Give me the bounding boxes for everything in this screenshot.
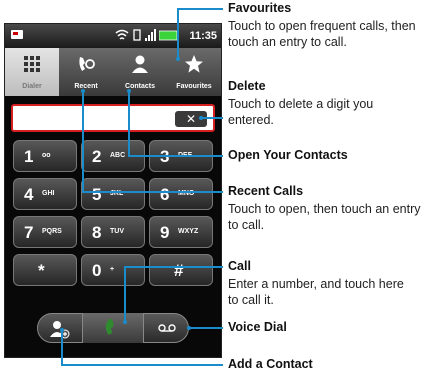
- callout-line: [177, 8, 223, 10]
- recent-calls-icon: [79, 57, 95, 71]
- dialer-tabs: Dialer Recent Contacts Favourites: [5, 48, 221, 96]
- key-0[interactable]: 0 +: [81, 254, 145, 286]
- key-digit: #: [174, 261, 184, 280]
- star-icon: [185, 55, 203, 73]
- key-1[interactable]: 1 oo: [13, 140, 77, 172]
- wifi-icon: [115, 29, 129, 40]
- tab-dialer-label: Dialer: [22, 83, 42, 90]
- key-digit: 3: [160, 147, 169, 167]
- key-digit: 4: [24, 185, 34, 204]
- battery-icon: [159, 30, 178, 41]
- key-letters: +: [110, 266, 115, 273]
- status-time: 11:35: [189, 30, 217, 42]
- key-letters: WXYZ: [178, 228, 199, 235]
- callout-line: [82, 191, 223, 193]
- callout-delete-title: Delete: [228, 79, 266, 93]
- callout-line: [124, 266, 126, 322]
- tab-contacts-label: Contacts: [125, 83, 155, 90]
- key-6[interactable]: 6 MNO: [149, 178, 213, 210]
- callout-voice-title: Voice Dial: [228, 320, 287, 334]
- tab-dialer[interactable]: Dialer: [5, 48, 59, 96]
- callout-dot: [127, 89, 131, 93]
- status-bar: 11:35: [5, 24, 221, 48]
- callout-add-title: Add a Contact: [228, 357, 313, 371]
- callout-line: [177, 8, 179, 58]
- key-digit: 5: [92, 185, 102, 204]
- callout-dot: [81, 89, 85, 93]
- key-digit: 1: [24, 147, 34, 166]
- callout-dot: [176, 57, 180, 61]
- number-entry-field[interactable]: ✕: [11, 104, 215, 132]
- key-8[interactable]: 8 TUV: [81, 216, 145, 248]
- tab-contacts[interactable]: Contacts: [113, 48, 167, 96]
- add-contact-icon[interactable]: [48, 319, 70, 339]
- key-letters: GHI: [42, 190, 55, 197]
- sim-icon: [11, 30, 23, 39]
- person-icon: [132, 55, 148, 73]
- key-5[interactable]: 5 JKL: [81, 178, 145, 210]
- key-letters: TUV: [110, 228, 124, 235]
- callout-line: [202, 117, 223, 119]
- key-digit: 8: [92, 223, 102, 242]
- callout-delete-text: Touch to delete a digit you entered.: [228, 97, 374, 127]
- key-9[interactable]: 9 WXYZ: [149, 216, 213, 248]
- call-button[interactable]: [82, 313, 144, 343]
- key-7[interactable]: 7 PQRS: [13, 216, 77, 248]
- keypad-icon: [24, 56, 40, 72]
- callout-line: [82, 92, 84, 193]
- key-letters: oo: [42, 152, 51, 159]
- key-digit: 6: [160, 185, 170, 204]
- callout-recent-title: Recent Calls: [228, 184, 304, 198]
- tab-favourites-label: Favourites: [176, 83, 212, 90]
- key-hash[interactable]: #: [149, 254, 213, 286]
- callout-favourites-text: Touch to open frequent calls, then touch…: [228, 19, 416, 49]
- callout-dot: [123, 320, 127, 324]
- key-digit: *: [38, 261, 45, 280]
- callout-dot: [60, 328, 64, 332]
- callout-line: [190, 327, 223, 329]
- callout-line: [128, 92, 130, 157]
- tab-recent[interactable]: Recent: [59, 48, 113, 96]
- key-digit: 9: [160, 223, 170, 242]
- callout-contacts-title: Open Your Contacts: [228, 148, 348, 162]
- callout-favourites-title: Favourites: [228, 1, 292, 15]
- callout-recent-text: Touch to open, then touch an entry to ca…: [228, 202, 421, 232]
- signal-icon: [145, 29, 156, 41]
- key-letters: ABC: [110, 152, 126, 159]
- callout-line: [124, 266, 223, 268]
- callout-line: [61, 364, 223, 366]
- vibrate-icon: [133, 29, 141, 41]
- callout-line: [128, 155, 223, 157]
- callout-dot: [187, 326, 191, 330]
- tab-recent-label: Recent: [74, 83, 98, 90]
- key-4[interactable]: 4 GHI: [13, 178, 77, 210]
- key-letters: PQRS: [42, 228, 62, 235]
- tab-favourites[interactable]: Favourites: [167, 48, 221, 96]
- key-digit: 0: [92, 261, 102, 280]
- key-digit: 2: [92, 147, 102, 166]
- key-digit: 7: [24, 223, 34, 242]
- callout-call-text: Enter a number, and touch here to call i…: [228, 277, 404, 307]
- backspace-icon: ✕: [185, 112, 197, 126]
- key-star[interactable]: *: [13, 254, 77, 286]
- callout-line: [61, 330, 63, 365]
- callout-call-title: Call: [228, 259, 251, 273]
- callout-dot: [199, 116, 203, 120]
- voice-dial-icon[interactable]: [158, 323, 176, 333]
- phone-handset-icon: [105, 318, 114, 335]
